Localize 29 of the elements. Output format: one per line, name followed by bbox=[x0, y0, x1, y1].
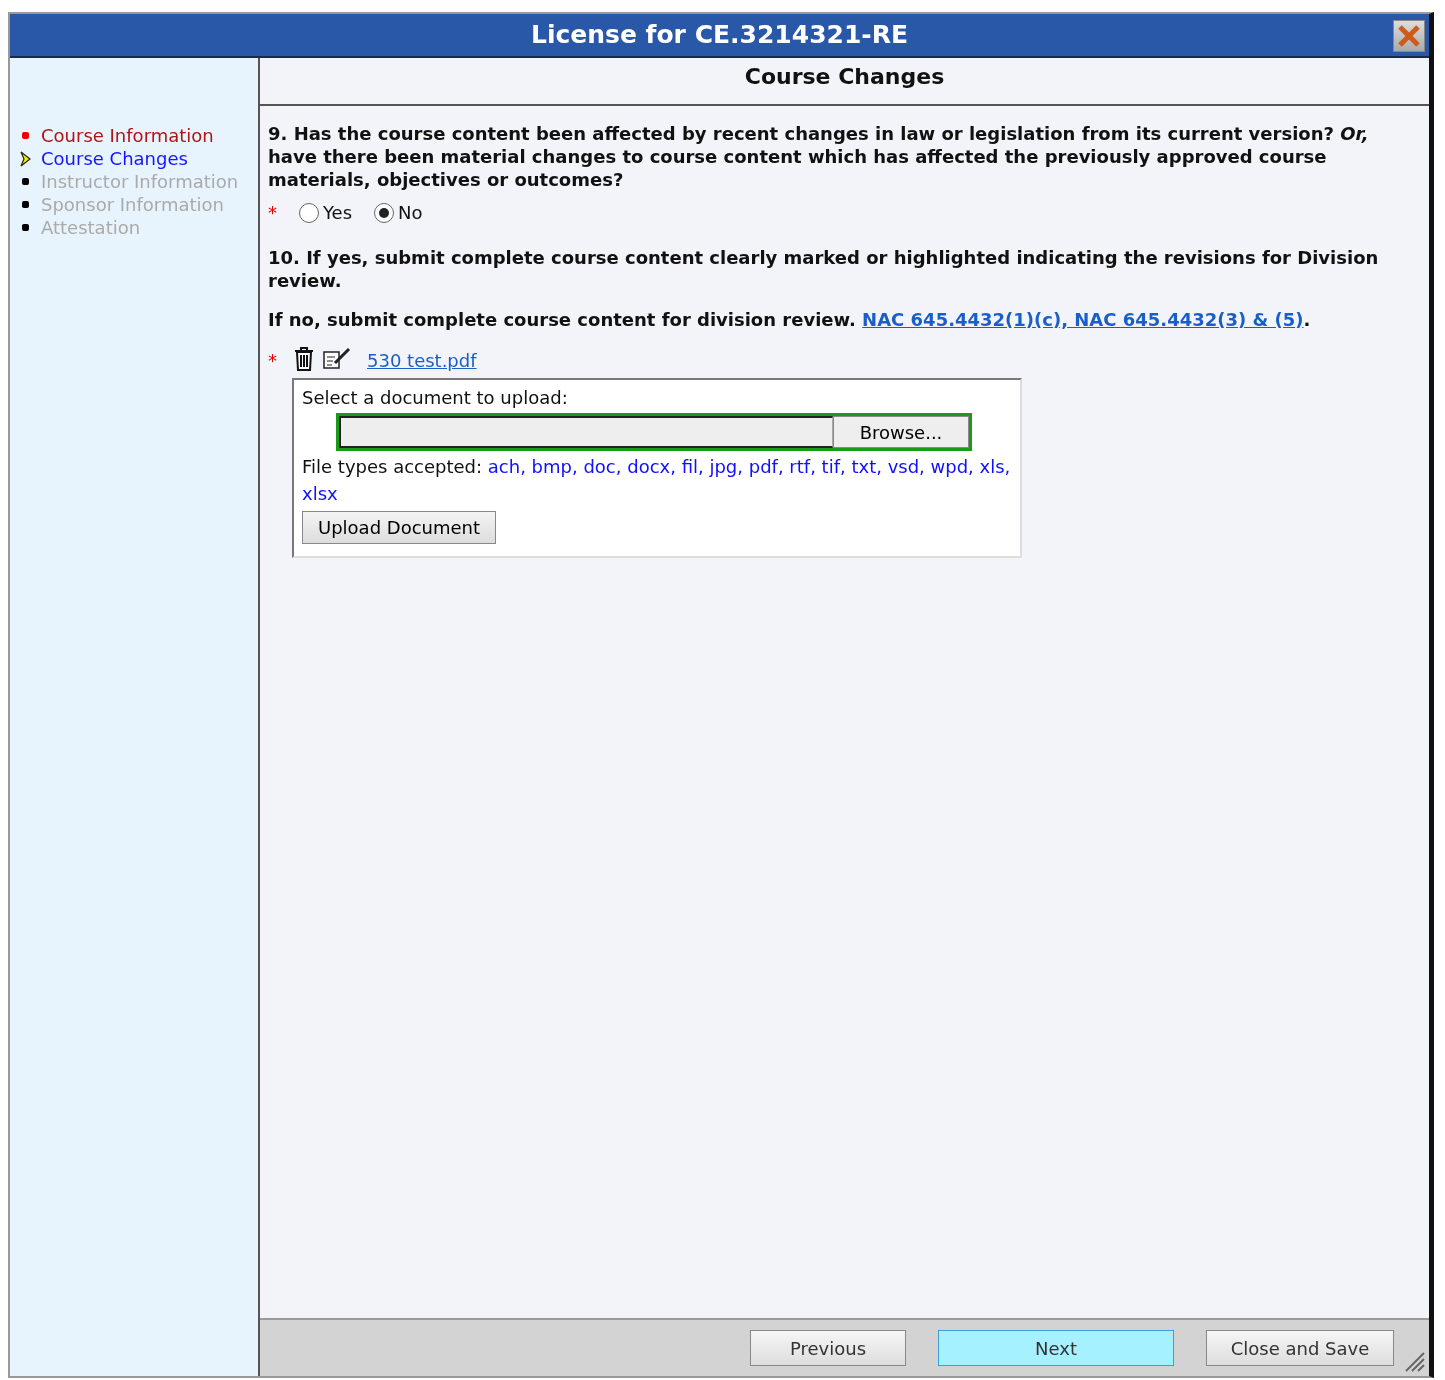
upload-button[interactable]: Upload Document bbox=[302, 511, 497, 544]
close-icon bbox=[1396, 23, 1422, 49]
edit-icon[interactable] bbox=[323, 347, 351, 369]
required-mark: * bbox=[268, 349, 277, 373]
sidebar-item[interactable]: Course Information bbox=[41, 124, 214, 147]
footer-button[interactable]: Close and Save bbox=[1206, 1330, 1394, 1366]
sidebar-item: Instructor Information bbox=[41, 170, 239, 193]
file-link[interactable]: 530 test.pdf bbox=[367, 347, 477, 374]
sidebar-item[interactable]: Course Changes bbox=[41, 147, 188, 170]
required-mark: * bbox=[268, 201, 277, 225]
close-button[interactable] bbox=[1393, 20, 1425, 52]
radio-option[interactable]: Yes bbox=[299, 199, 353, 226]
question-text: 10. If yes, submit complete course content clearly marked or highlighted indicating the revisions for Division review. bbox=[268, 246, 1380, 292]
file-input-field[interactable]: Browse... bbox=[336, 413, 972, 451]
sidebar-item: Attestation bbox=[41, 216, 141, 239]
upload-label: Select a document to upload: bbox=[302, 386, 569, 410]
browse-button[interactable]: Browse... bbox=[833, 416, 969, 448]
question-text: 9. Has the course content been affected by recent changes in law or legislation from its current version? Or, have there been material changes to course content which has affected the previously approved course materials, objectives or outcomes? bbox=[268, 122, 1370, 191]
file-types-text: File types accepted: ach, bmp, doc, docx, fil, jpg, pdf, rtf, tif, txt, vsd, wpd, xls, xlsx bbox=[302, 455, 1012, 506]
sidebar-item: Sponsor Information bbox=[41, 193, 224, 216]
radio-option[interactable]: No bbox=[374, 199, 423, 226]
page-heading: Course Changes bbox=[260, 58, 1429, 106]
instruction-text: If no, submit complete course content for division review. NAC 645.4432(1)(c), NAC 645.4432(3) & (5). bbox=[268, 308, 1312, 331]
footer-button[interactable]: Previous bbox=[750, 1330, 906, 1366]
trash-icon[interactable] bbox=[293, 347, 315, 371]
resize-grip-icon[interactable] bbox=[1403, 1350, 1425, 1372]
window-title: License for CE.3214321-RE bbox=[530, 19, 909, 52]
regulation-link[interactable]: NAC 645.4432(1)(c), NAC 645.4432(3) & (5) bbox=[862, 309, 1304, 330]
footer-button[interactable]: Next bbox=[938, 1330, 1174, 1366]
